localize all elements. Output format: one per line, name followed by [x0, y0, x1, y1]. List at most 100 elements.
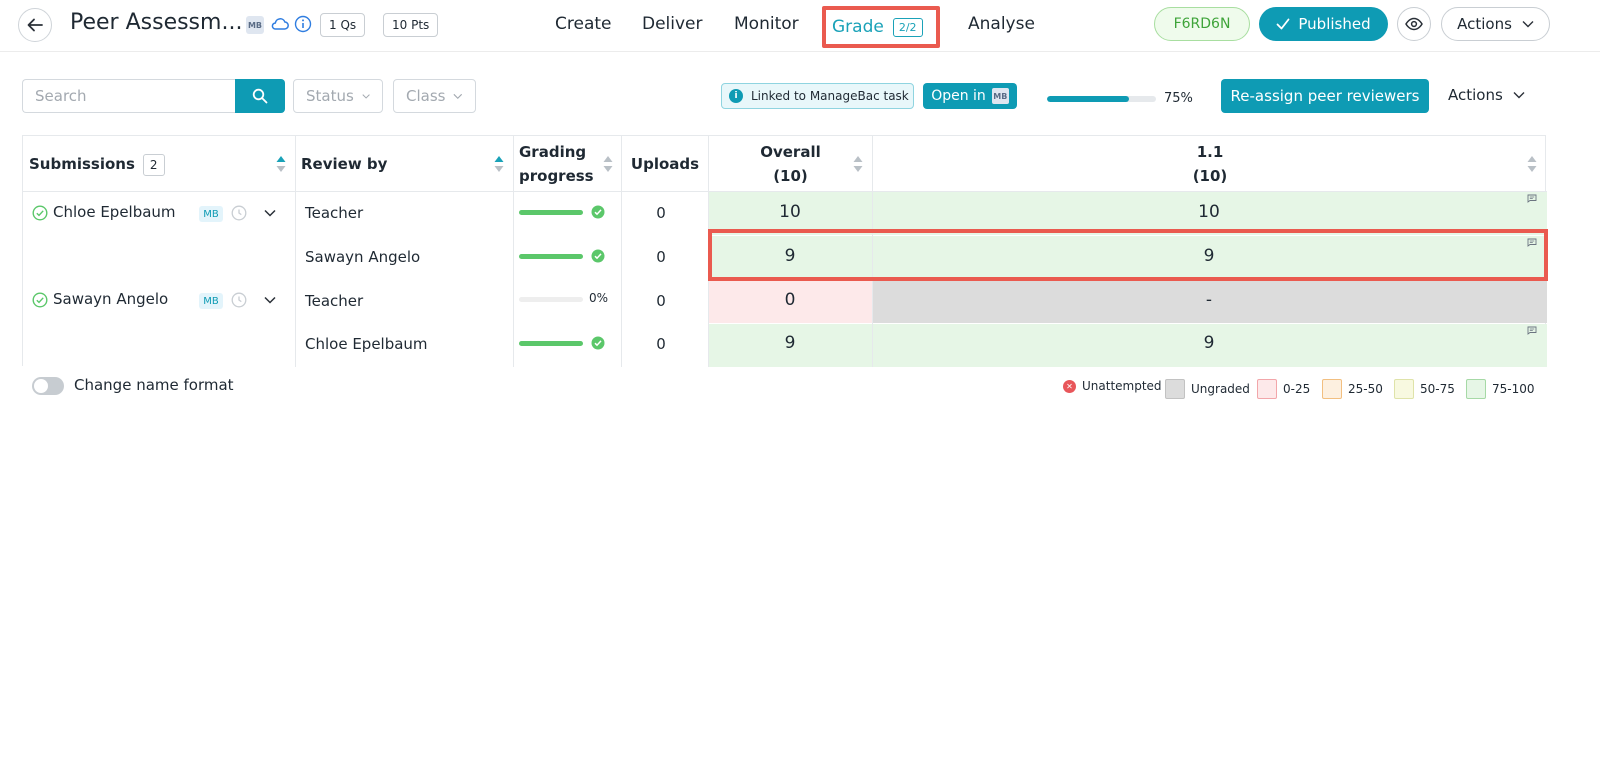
- reviewer-name: Teacher: [305, 204, 364, 222]
- sort-icon[interactable]: [853, 155, 863, 173]
- search-icon: [252, 88, 268, 104]
- clock-icon[interactable]: [231, 205, 247, 221]
- grading-progress-bar: [519, 254, 583, 259]
- grading-progress-fill: [519, 210, 583, 215]
- legend-range-label: 25-50: [1348, 382, 1383, 396]
- question-1-1-header-l2: (10): [1192, 167, 1228, 185]
- reviewer-name: Sawayn Angelo: [305, 248, 421, 266]
- toggle-knob: [34, 379, 48, 393]
- grading-progress-fill: [519, 254, 583, 259]
- info-icon: i: [729, 89, 743, 103]
- highlighted-score-row: [708, 229, 1548, 281]
- legend-swatch: [1257, 379, 1277, 399]
- legend-swatch: [1165, 379, 1185, 399]
- legend-ungraded: Ungraded: [1165, 379, 1250, 399]
- tab-analyse[interactable]: Analyse: [968, 14, 1035, 34]
- open-in-label: Open in: [931, 88, 986, 104]
- class-filter[interactable]: Class: [393, 79, 476, 113]
- overall-score: 10: [779, 202, 801, 222]
- search-input[interactable]: [22, 79, 236, 113]
- class-filter-label: Class: [406, 87, 446, 105]
- sort-icon[interactable]: [494, 155, 504, 173]
- student-name[interactable]: Sawayn Angelo: [53, 290, 168, 308]
- questions-count-pill: 1 Qs: [320, 13, 366, 37]
- search-button[interactable]: [235, 79, 285, 113]
- student-name[interactable]: Chloe Epelbaum: [53, 203, 176, 221]
- clock-icon[interactable]: [231, 292, 247, 308]
- column-divider: [295, 136, 296, 367]
- managebac-tag: MB: [199, 293, 223, 309]
- toolbar-actions-button[interactable]: Actions: [1448, 86, 1525, 104]
- tab-create[interactable]: Create: [555, 14, 612, 34]
- submissions-header-label: Submissions: [29, 155, 135, 173]
- overall-progress-bar: [1047, 96, 1156, 102]
- published-button[interactable]: Published: [1259, 7, 1388, 41]
- preview-button[interactable]: [1397, 7, 1431, 41]
- comment-icon[interactable]: [1527, 194, 1537, 203]
- managebac-chip: MB: [991, 88, 1009, 104]
- legend-swatch: [1394, 379, 1414, 399]
- tab-deliver[interactable]: Deliver: [642, 14, 703, 34]
- assessment-title[interactable]: Peer Assessm...: [70, 10, 242, 35]
- join-code-pill[interactable]: F6RD6N: [1154, 7, 1250, 41]
- comment-icon[interactable]: [1527, 326, 1537, 335]
- tab-monitor[interactable]: Monitor: [734, 14, 799, 34]
- open-in-managebac-button[interactable]: Open in MB: [923, 83, 1017, 109]
- name-format-toggle[interactable]: [32, 377, 64, 395]
- arrow-left-icon: [27, 18, 43, 32]
- chevron-down-icon[interactable]: [264, 296, 276, 304]
- legend-range-50-75: 50-75: [1394, 379, 1455, 399]
- status-filter[interactable]: Status: [293, 79, 383, 113]
- tab-grade[interactable]: Grade 2/2: [822, 6, 940, 48]
- question-score: 10: [1198, 202, 1220, 222]
- sort-icon[interactable]: [603, 155, 613, 173]
- legend-range-label: 0-25: [1283, 382, 1311, 396]
- reviewer-name: Teacher: [305, 292, 364, 310]
- header-actions-button[interactable]: Actions: [1441, 7, 1550, 41]
- legend-range-label: 75-100: [1492, 382, 1535, 396]
- toolbar-actions-label: Actions: [1448, 86, 1503, 104]
- question-1-1-header[interactable]: 1.1 (10): [873, 140, 1547, 188]
- grading-progress-fill: [519, 341, 583, 346]
- info-icon[interactable]: [294, 15, 312, 33]
- check-circle-icon: [591, 249, 605, 263]
- grading-progress-bar: [519, 341, 583, 346]
- grade-count-badge: 2/2: [892, 17, 923, 37]
- cloud-icon: [271, 18, 289, 30]
- sort-icon[interactable]: [276, 155, 286, 173]
- tab-grade-label: Grade: [832, 17, 884, 37]
- uploads-header: Uploads: [630, 155, 700, 173]
- grading-progress-percent: 0%: [589, 291, 609, 305]
- review-by-header[interactable]: Review by: [301, 152, 387, 176]
- legend-range-25-50: 25-50: [1322, 379, 1383, 399]
- overall-progress-fill: [1047, 96, 1129, 102]
- grading-progress-bar: [519, 297, 583, 302]
- managebac-tag: MB: [199, 206, 223, 222]
- top-header: Peer Assessm... MB 1 Qs 10 Pts Create De…: [0, 0, 1600, 52]
- status-filter-label: Status: [306, 87, 354, 105]
- chevron-down-icon: [1522, 21, 1534, 28]
- managebac-linked-chip: i Linked to ManageBac task: [721, 83, 914, 109]
- question-score: -: [1205, 290, 1213, 310]
- chevron-down-icon[interactable]: [264, 209, 276, 217]
- overall-header[interactable]: Overall (10): [709, 140, 872, 188]
- grading-progress-bar: [519, 210, 583, 215]
- legend-ungraded-label: Ungraded: [1191, 382, 1250, 396]
- name-format-label: Change name format: [74, 376, 234, 394]
- legend-swatch: [1322, 379, 1342, 399]
- legend-unattempted-label: Unattempted: [1082, 379, 1162, 393]
- legend-range-75-100: 75-100: [1466, 379, 1535, 399]
- chevron-down-icon: [453, 93, 463, 99]
- check-circle-icon: [32, 205, 48, 221]
- question-score: 9: [1203, 333, 1215, 353]
- sort-icon[interactable]: [1527, 155, 1537, 173]
- back-button[interactable]: [18, 8, 52, 42]
- reassign-peer-reviewers-button[interactable]: Re-assign peer reviewers: [1221, 79, 1429, 113]
- submissions-header[interactable]: Submissions 2: [29, 152, 165, 176]
- uploads-count: 0: [656, 204, 666, 222]
- header-divider: [23, 191, 1547, 192]
- legend-range-label: 50-75: [1420, 382, 1455, 396]
- overall-header-l1: Overall: [760, 143, 821, 161]
- grading-progress-header[interactable]: Grading progress: [519, 140, 594, 188]
- grading-progress-header-l1: Grading: [519, 143, 587, 161]
